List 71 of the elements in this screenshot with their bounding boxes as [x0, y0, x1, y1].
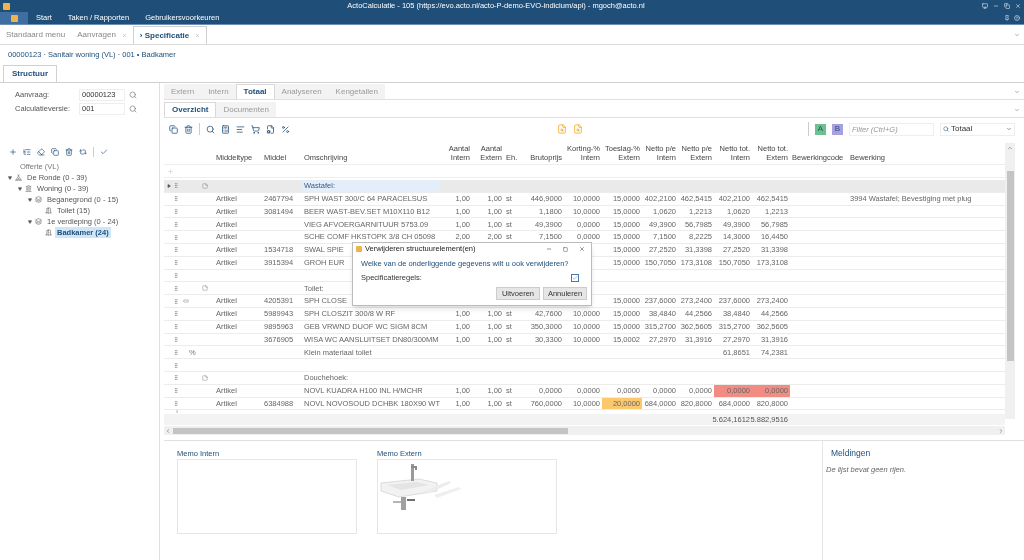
expanded-icon[interactable]	[18, 186, 22, 191]
copy-icon[interactable]	[169, 124, 178, 134]
expanded-icon[interactable]	[28, 197, 32, 202]
delete-icon[interactable]	[184, 124, 193, 134]
search-icon[interactable]	[129, 91, 137, 99]
view-select[interactable]: Totaal	[940, 122, 1015, 136]
minimize-icon[interactable]	[993, 3, 999, 9]
scroll-left-icon[interactable]	[165, 427, 171, 434]
repeat-icon[interactable]	[79, 148, 87, 156]
expanded-icon[interactable]	[28, 219, 32, 224]
memo-box[interactable]	[377, 459, 557, 534]
scroll-right-icon[interactable]	[998, 427, 1004, 434]
close-tab-icon[interactable]	[195, 33, 201, 38]
tree-icon[interactable]	[23, 148, 31, 156]
eraser-icon[interactable]	[37, 148, 45, 156]
percent-icon[interactable]	[281, 124, 290, 134]
scroll-up-icon[interactable]	[1007, 145, 1013, 151]
horizontal-scrollbar[interactable]	[164, 426, 1005, 436]
app-icon	[356, 246, 362, 252]
check-icon[interactable]	[100, 148, 108, 156]
app-icon	[3, 2, 10, 10]
room-icon	[45, 229, 52, 236]
delete-icon[interactable]	[65, 148, 73, 156]
align-icon[interactable]	[236, 124, 245, 134]
document-tab[interactable]: Standaard menu	[0, 26, 72, 44]
dropdown-icon	[1006, 126, 1012, 132]
room-icon	[45, 207, 52, 214]
calculator-icon[interactable]	[221, 124, 230, 134]
document-tab[interactable]: Aanvragen	[71, 26, 133, 44]
dropdown-icon[interactable]	[1014, 32, 1020, 38]
copy-icon[interactable]	[51, 148, 59, 156]
restore-icon[interactable]	[1004, 3, 1010, 9]
note-icon	[202, 374, 208, 381]
minimize-icon[interactable]	[546, 246, 552, 252]
dropdown-icon[interactable]	[1014, 89, 1020, 95]
note-icon	[202, 285, 208, 292]
cart-icon[interactable]	[251, 124, 260, 134]
document-search-icon[interactable]	[573, 124, 583, 134]
document-search-icon[interactable]	[557, 124, 567, 134]
vertical-scrollbar[interactable]	[1005, 143, 1015, 419]
document-gear-icon[interactable]	[266, 124, 275, 134]
tab[interactable]: Totaal	[235, 84, 275, 99]
floor-icon	[35, 196, 42, 203]
row-pointer-icon	[166, 183, 171, 188]
pin-icon[interactable]	[1004, 15, 1010, 21]
app-menu-icon[interactable]	[0, 12, 28, 24]
link-icon	[183, 298, 189, 305]
project-icon	[15, 174, 22, 181]
add-icon[interactable]	[9, 148, 17, 156]
close-tab-icon[interactable]	[121, 32, 127, 38]
tab[interactable]: Overzicht	[164, 102, 217, 117]
expanded-icon[interactable]	[8, 175, 12, 180]
close-icon[interactable]	[579, 246, 585, 252]
maximize-icon[interactable]	[563, 246, 568, 252]
checkbox[interactable]	[571, 273, 579, 282]
dropdown-icon[interactable]	[1014, 107, 1020, 113]
search-icon	[943, 126, 949, 132]
floor-icon	[35, 218, 42, 225]
section-tab[interactable]: Structuur	[3, 65, 57, 82]
add-row-icon[interactable]	[167, 167, 174, 175]
help-icon[interactable]	[1014, 15, 1020, 21]
memo-box[interactable]	[177, 459, 357, 534]
color-button[interactable]: B	[832, 123, 843, 135]
building-icon	[25, 185, 32, 192]
document-tab[interactable]: › Specificatie	[132, 26, 208, 44]
note-icon	[202, 182, 208, 189]
panel-title: Meldingen	[830, 447, 872, 460]
search-icon[interactable]	[206, 124, 215, 134]
search-icon[interactable]	[129, 105, 137, 113]
monitor-icon[interactable]	[982, 3, 988, 9]
color-button[interactable]: A	[815, 123, 826, 135]
